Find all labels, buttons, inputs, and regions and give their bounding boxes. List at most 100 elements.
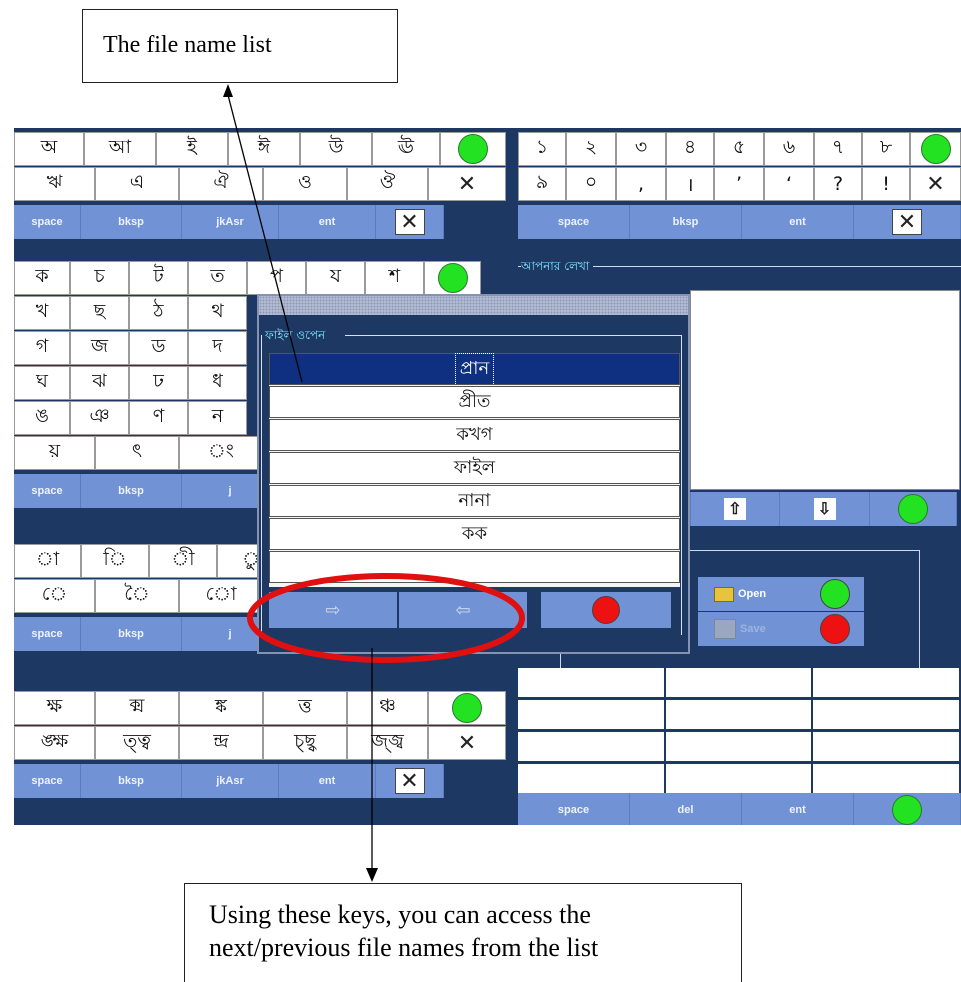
green-circle-button[interactable] [910,132,961,166]
key-conjunct[interactable]: ন্দ্র [179,726,263,760]
jkasr-key[interactable]: jkAsr [182,205,279,239]
file-list-item[interactable] [269,551,680,583]
key-vowel-sign[interactable]: া [14,544,81,578]
close-button[interactable]: ✕ [854,205,961,239]
key-conjunct[interactable]: ত্ত [263,691,347,725]
key-conjunct[interactable]: ক্ম [95,691,179,725]
key-consonant[interactable]: ঝ [70,366,129,400]
green-circle-button[interactable] [854,793,961,825]
key-conjunct[interactable]: ঙ্ক্ষ [14,726,95,760]
green-circle-button[interactable] [440,132,506,166]
space-key[interactable]: space [14,205,81,239]
file-list-item[interactable]: কক [269,518,680,550]
close-key[interactable]: ✕ [428,167,506,201]
scroll-up-button[interactable]: ⇧ [690,492,780,526]
key-consonant[interactable]: প [247,261,306,295]
close-key[interactable]: ✕ [910,167,961,201]
key-consonant[interactable]: ঞ [70,401,129,435]
key-digit[interactable]: ২ [566,132,616,166]
key-punct[interactable]: ’ [714,167,764,201]
grid-cell[interactable] [813,764,961,793]
key-vowel-sign[interactable]: ে [14,579,95,613]
backspace-key[interactable]: bksp [81,205,182,239]
scroll-down-button[interactable]: ⇩ [780,492,870,526]
grid-cell[interactable] [518,764,666,793]
enter-key[interactable]: ent [279,764,376,798]
key-consonant[interactable]: খ [14,296,70,330]
dialog-title-bar[interactable] [259,296,688,315]
backspace-key[interactable]: bksp [81,617,182,651]
key-consonant[interactable]: শ [365,261,424,295]
space-key[interactable]: space [518,793,630,825]
key-digit[interactable]: ৫ [714,132,764,166]
save-file-button[interactable]: Save [698,612,806,646]
key-consonant[interactable]: য় [14,436,95,470]
file-cancel-button[interactable] [806,612,864,646]
key-consonant[interactable]: দ [188,331,247,365]
next-file-button[interactable]: ⇨ [269,592,397,628]
key-consonant[interactable]: গ [14,331,70,365]
key-punct[interactable]: ‘ [764,167,814,201]
grid-cell[interactable] [813,668,961,697]
backspace-key[interactable]: bksp [81,474,182,508]
key-digit[interactable]: ৭ [814,132,862,166]
key-consonant[interactable]: ছ [70,296,129,330]
key-digit[interactable]: ০ [566,167,616,201]
key-conjunct[interactable]: ঙ্ক [179,691,263,725]
enter-key[interactable]: ent [279,205,376,239]
key-vowel-sign[interactable]: ৈ [95,579,179,613]
key-punct[interactable]: ! [862,167,910,201]
key-conjunct[interactable]: ত্ত্ব [95,726,179,760]
key-consonant[interactable]: জ [70,331,129,365]
key-digit[interactable]: ৮ [862,132,910,166]
space-key[interactable]: space [14,617,81,651]
key-conjunct[interactable]: ক্ষ [14,691,95,725]
key-conjunct[interactable]: চ্ছ্ব [263,726,347,760]
file-list-item-selected[interactable]: প্রান [269,352,680,386]
key-vowel-sign[interactable]: ী [149,544,217,578]
key-consonant[interactable]: ত [188,261,247,295]
jkasr-key[interactable]: jkAsr [182,764,279,798]
backspace-key[interactable]: bksp [630,205,742,239]
writing-confirm-button[interactable] [870,492,957,526]
key-vowel[interactable]: ও [263,167,347,201]
green-circle-button[interactable] [424,261,481,295]
writing-text-area[interactable] [690,290,960,490]
file-ok-button[interactable] [806,577,864,611]
key-consonant[interactable]: থ [188,296,247,330]
key-consonant[interactable]: ঘ [14,366,70,400]
file-list-item[interactable]: ফাইল [269,452,680,484]
open-file-button[interactable]: Open [698,577,806,611]
key-vowel-sign[interactable]: ি [81,544,149,578]
grid-cell[interactable] [665,668,814,697]
key-consonant[interactable]: য [306,261,365,295]
file-list-item[interactable]: প্রীত [269,386,680,418]
green-circle-button[interactable] [428,691,506,725]
key-consonant[interactable]: ধ [188,366,247,400]
file-list-item[interactable]: নানা [269,485,680,517]
key-digit[interactable]: ৯ [518,167,566,201]
key-digit[interactable]: ৪ [666,132,714,166]
grid-cell[interactable] [518,668,666,697]
key-conjunct[interactable]: ঞ্চ [347,691,428,725]
space-key[interactable]: space [518,205,630,239]
delete-key[interactable]: del [630,793,742,825]
key-vowel[interactable]: এ [95,167,179,201]
grid-cell[interactable] [813,732,961,761]
key-punct[interactable]: । [666,167,714,201]
key-consonant[interactable]: ক [14,261,70,295]
key-consonant[interactable]: ন [188,401,247,435]
grid-cell[interactable] [518,732,666,761]
key-consonant[interactable]: ট [129,261,188,295]
key-conjunct[interactable]: জ্জ্ব [347,726,428,760]
key-digit[interactable]: ৩ [616,132,666,166]
key-consonant[interactable]: ণ [129,401,188,435]
key-vowel[interactable]: ঔ [347,167,428,201]
key-consonant[interactable]: ড [129,331,188,365]
grid-cell[interactable] [518,700,666,729]
key-vowel[interactable]: ঋ [14,167,95,201]
key-vowel[interactable]: ঐ [179,167,263,201]
space-key[interactable]: space [14,764,81,798]
key-vowel[interactable]: ঊ [372,132,440,166]
key-vowel[interactable]: আ [84,132,156,166]
